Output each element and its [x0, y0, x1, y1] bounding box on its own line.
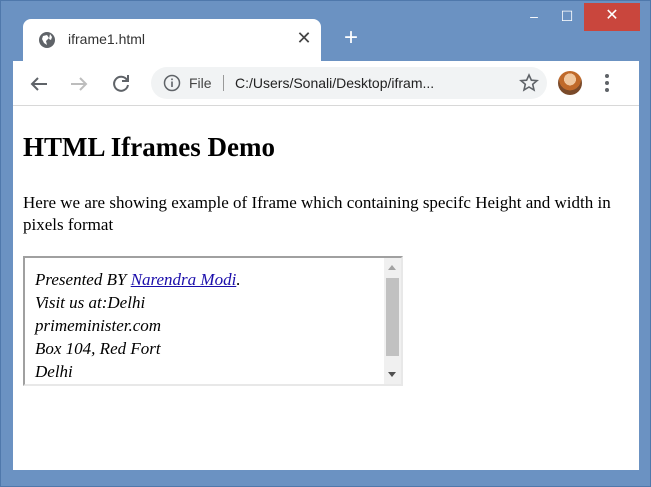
address-bar[interactable]: File C:/Users/Sonali/Desktop/ifram...: [151, 67, 547, 99]
url-text[interactable]: C:/Users/Sonali/Desktop/ifram...: [235, 75, 434, 91]
browser-window: iframe1.html ✕ + – ☐ ✕ File C:/Users/Son…: [0, 0, 651, 487]
iframe-line-address: Box 104, Red Fort: [35, 339, 161, 358]
kebab-menu-icon[interactable]: [603, 72, 611, 94]
scroll-thumb[interactable]: [386, 278, 399, 356]
globe-icon: [39, 32, 55, 48]
omnibox-divider: [223, 75, 224, 91]
iframe-line-presenter: Presented BY Narendra Modi.: [35, 268, 241, 291]
info-icon[interactable]: [163, 74, 181, 92]
browser-toolbar: File C:/Users/Sonali/Desktop/ifram...: [13, 61, 639, 106]
iframe-line-visit: Visit us at:Delhi: [35, 293, 146, 312]
tab-title: iframe1.html: [68, 31, 146, 47]
window-bottom-frame: [13, 470, 639, 476]
reload-icon[interactable]: [109, 72, 133, 96]
page-description: Here we are showing example of Iframe wh…: [23, 193, 611, 234]
iframe-line-site: primeminister.com: [35, 316, 162, 335]
iframe-scrollbar[interactable]: [384, 258, 401, 384]
iframe-line-city: Delhi: [35, 362, 73, 381]
tab-close-icon[interactable]: ✕: [293, 27, 315, 49]
new-tab-button[interactable]: +: [338, 25, 364, 51]
scheme-label: File: [189, 75, 212, 91]
maximize-button[interactable]: ☐: [553, 3, 581, 31]
scroll-up-arrow-icon[interactable]: [388, 265, 396, 270]
presenter-prefix: Presented BY: [35, 270, 131, 289]
close-window-button[interactable]: ✕: [584, 3, 640, 31]
iframe-content: Presented BY Narendra Modi. Visit us at:…: [35, 268, 241, 383]
forward-arrow-icon[interactable]: [67, 72, 91, 96]
page-content: HTML Iframes Demo Here we are showing ex…: [13, 106, 639, 470]
minimize-button[interactable]: –: [519, 3, 549, 31]
profile-avatar[interactable]: [558, 71, 582, 95]
star-icon[interactable]: [519, 73, 539, 93]
presenter-link[interactable]: Narendra Modi: [131, 270, 237, 289]
scroll-down-arrow-icon[interactable]: [388, 372, 396, 377]
embedded-iframe[interactable]: Presented BY Narendra Modi. Visit us at:…: [23, 256, 403, 386]
browser-tab[interactable]: iframe1.html ✕: [23, 19, 321, 61]
presenter-suffix: .: [236, 270, 241, 289]
back-arrow-icon[interactable]: [27, 72, 51, 96]
page-title: HTML Iframes Demo: [23, 132, 275, 162]
